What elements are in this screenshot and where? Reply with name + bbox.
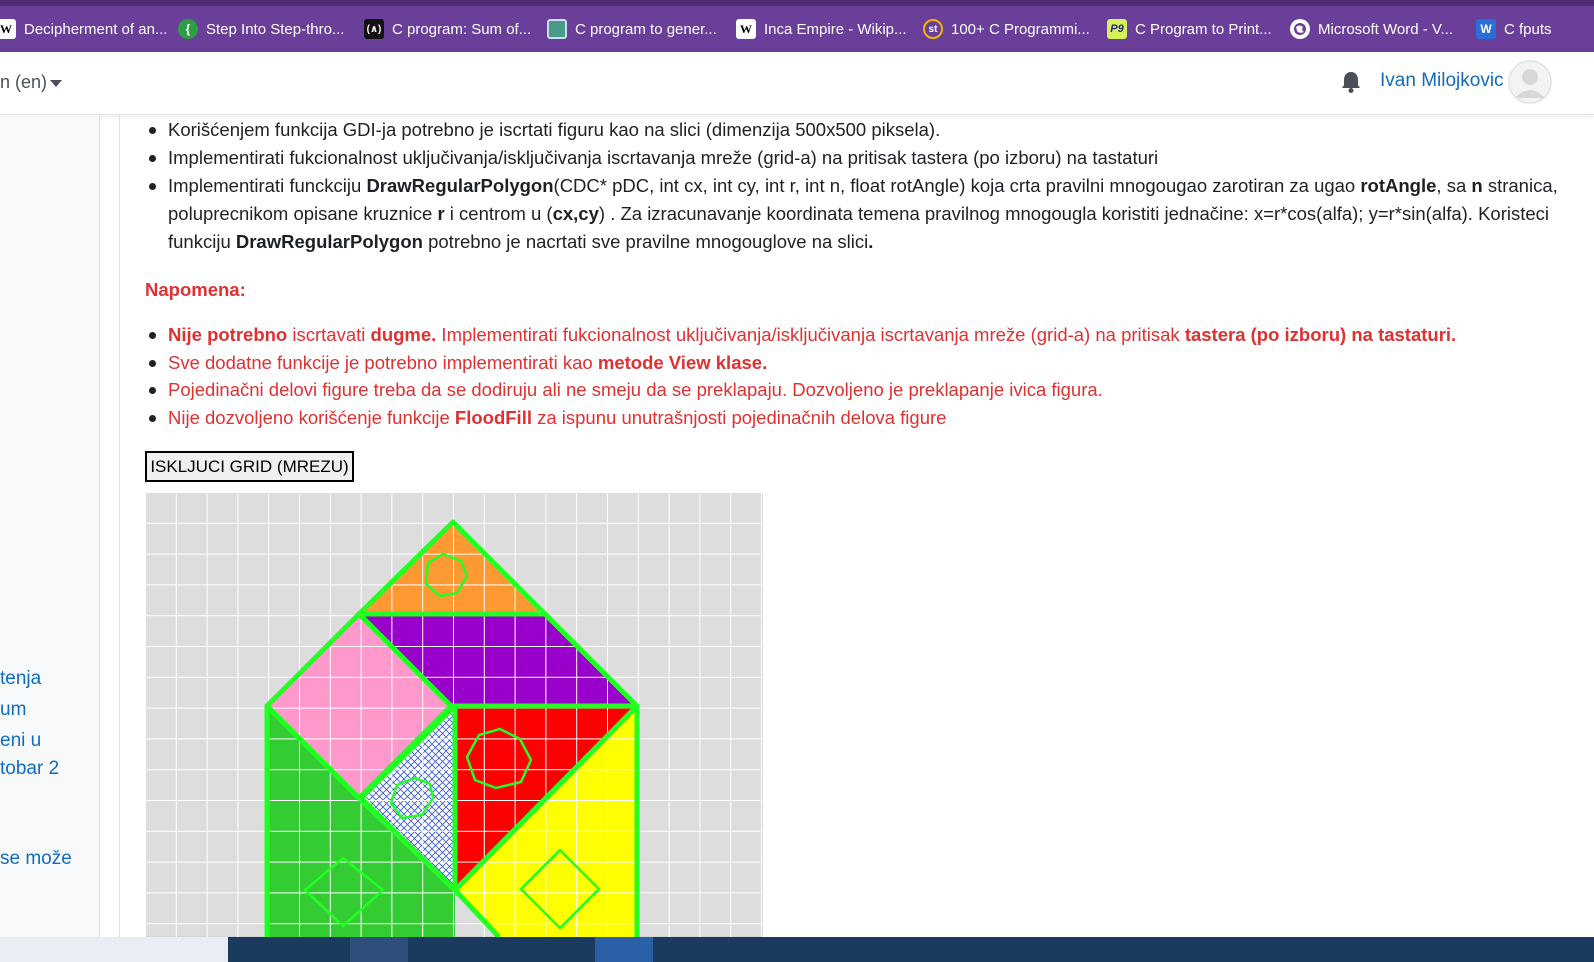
user-name[interactable]: Ivan Milojkovic (1380, 70, 1504, 92)
bell-icon[interactable] (1340, 70, 1362, 94)
taskbar-app[interactable] (350, 937, 408, 962)
code-icon: (∧) (364, 19, 384, 39)
avatar[interactable] (1508, 60, 1552, 104)
task-text: i centrom u ( (444, 203, 553, 224)
bookmarks-bar: W Decipherment of an... { Step Into Step… (0, 0, 1594, 52)
drawer-link[interactable]: tobar 2 (0, 758, 59, 780)
bookmark-6[interactable]: st 100+ C Programmi... (923, 14, 1090, 44)
note-bold: dugme. (370, 324, 437, 345)
bookmark-5[interactable]: W Inca Empire - Wikip... (736, 14, 907, 44)
task-text: (CDC* pDC, int cx, int cy, int r, int n,… (553, 175, 1361, 196)
bookmark-7[interactable]: P9 C Program to Print... (1107, 14, 1272, 44)
function-name: DrawRegularPolygon (366, 175, 554, 196)
page-header: n (en) Ivan Milojkovic (0, 52, 1594, 115)
bookmark-2[interactable]: { Step Into Step-thro... (178, 14, 344, 44)
task-text: Implementirati fukcionalnost uključivanj… (168, 147, 1159, 168)
w-blue-icon: W (1476, 19, 1496, 39)
bookmark-label: C Program to Print... (1135, 20, 1272, 38)
tab-strip-edge (0, 0, 1594, 6)
page-icon (547, 19, 567, 39)
bookmark-label: Microsoft Word - V... (1318, 20, 1454, 38)
note-item: Pojedinačni delovi figure treba da se do… (145, 376, 1565, 404)
task-list: Korišćenjem funkcija GDI-ja potrebno je … (145, 116, 1565, 256)
bookmark-1[interactable]: W Decipherment of an... (0, 14, 167, 44)
note-bold: Nije potrebno (168, 324, 288, 345)
st-icon: st (923, 19, 943, 39)
note-text: Pojedinačni delovi figure treba da se do… (168, 379, 1103, 400)
w-icon: W (0, 19, 16, 39)
bookmark-label: C fputs (1504, 20, 1552, 38)
course-index-drawer: tenja um eni u tobar 2 se može (0, 115, 100, 937)
note-item: Sve dodatne funkcije je potrebno impleme… (145, 349, 1565, 377)
bookmark-3[interactable]: (∧) C program: Sum of... (364, 14, 531, 44)
param-name: rotAngle (1360, 175, 1437, 196)
language-selector[interactable]: n (en) (0, 72, 47, 93)
task-text: Implementirati funckciju (168, 175, 367, 196)
function-name: DrawRegularPolygon (235, 231, 423, 252)
wikipedia-icon: W (736, 19, 756, 39)
content-divider (119, 115, 120, 937)
drawer-link[interactable]: um (0, 699, 26, 721)
taskbar-app[interactable] (595, 937, 653, 962)
task-text: . (868, 231, 874, 252)
globe-icon (1290, 19, 1310, 39)
bookmark-label: C program: Sum of... (392, 20, 532, 38)
note-list: Nije potrebno iscrtavati dugme. Implemen… (145, 321, 1565, 431)
bookmark-label: Inca Empire - Wikip... (764, 20, 907, 38)
taskbar (0, 937, 1594, 962)
bookmark-9[interactable]: W C fputs (1476, 14, 1552, 44)
note-text: Nije dozvoljeno korišćenje funkcije (168, 406, 455, 428)
task-item: Implementirati funckciju DrawRegularPoly… (145, 172, 1565, 256)
toggle-grid-button[interactable]: ISKLJUCI GRID (MREZU) (145, 451, 354, 482)
param-name: r (437, 203, 445, 224)
note-bold: tastera (po izboru) na tastaturi. (1184, 324, 1457, 345)
drawer-link[interactable]: se može (0, 848, 72, 870)
bookmark-label: Decipherment of an... (24, 20, 168, 38)
drawer-link[interactable]: tenja (0, 668, 41, 690)
bookmark-label: 100+ C Programmi... (951, 20, 1090, 38)
task-item: Korišćenjem funkcija GDI-ja potrebno je … (145, 116, 1565, 144)
green-brace-icon: { (178, 19, 198, 39)
param-name: n (1471, 175, 1483, 196)
bookmark-label: C program to gener... (575, 20, 717, 38)
param-name: cx,cy (552, 203, 599, 224)
task-text: potrebno je nacrtati sve pravilne mnogou… (422, 231, 869, 252)
note-item: Nije potrebno iscrtavati dugme. Implemen… (145, 321, 1565, 349)
assignment-content: Korišćenjem funkcija GDI-ja potrebno je … (145, 115, 1565, 431)
task-text: , sa (1436, 175, 1472, 196)
gdi-figure (145, 492, 763, 937)
bookmark-8[interactable]: Microsoft Word - V... (1290, 14, 1453, 44)
task-text: Korišćenjem funkcija GDI-ja potrebno je … (168, 119, 941, 140)
p9-icon: P9 (1107, 19, 1127, 39)
note-bold: FloodFill (454, 406, 532, 428)
note-text: iscrtavati (287, 324, 371, 345)
drawer-link[interactable]: eni u (0, 730, 41, 752)
note-text: Sve dodatne funkcije je potrebno impleme… (168, 351, 598, 373)
note-text: za ispunu unutrašnjosti pojedinačnih del… (531, 406, 947, 428)
task-item: Implementirati fukcionalnost uključivanj… (145, 144, 1565, 172)
note-item: Nije dozvoljeno korišćenje funkcije Floo… (145, 404, 1565, 432)
taskbar-widget[interactable] (0, 937, 228, 962)
note-bold: metode View klase. (597, 351, 768, 373)
bookmark-4[interactable]: C program to gener... (547, 14, 717, 44)
caret-down-icon[interactable] (50, 80, 62, 87)
note-text: Implementirati fukcionalnost uključivanj… (436, 324, 1185, 345)
note-heading: Napomena: (145, 279, 246, 300)
bookmark-label: Step Into Step-thro... (206, 20, 345, 38)
